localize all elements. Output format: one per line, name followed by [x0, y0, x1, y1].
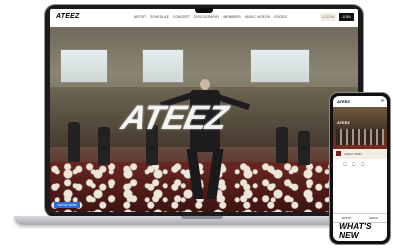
whats-new-heading: WHAT'S NEW — [339, 221, 372, 240]
phone-item-strip[interactable]: ATEEZ ITEMS — [333, 149, 387, 159]
phone-banner[interactable]: ATEEZ — [333, 107, 387, 149]
phone-banner-text: ATEEZ — [337, 120, 350, 125]
item-thumbnail — [336, 151, 341, 156]
nav-link-artist[interactable]: ARTIST — [134, 15, 146, 19]
nav-link-music-videos[interactable]: MUSIC VIDEOS — [245, 15, 270, 19]
site-logo[interactable]: ATEEZ — [56, 13, 79, 20]
watch-now-tag[interactable]: WATCH NOW — [54, 202, 80, 208]
hero-video[interactable]: ATEEZ WATCH NOW — [50, 27, 358, 212]
nav-link-discography[interactable]: DISCOGRAPHY — [194, 15, 219, 19]
background-dancer — [98, 127, 110, 165]
hero-logo: ATEEZ — [118, 99, 231, 137]
nav-link-goods[interactable]: GOODS — [274, 15, 287, 19]
menu-icon[interactable]: ≡ — [381, 99, 384, 104]
background-window — [142, 49, 184, 83]
hero-floor — [50, 162, 358, 212]
group-photo — [336, 129, 384, 145]
nav-link-schedule[interactable]: SCHEDULE — [150, 15, 169, 19]
join-button[interactable]: JOIN — [339, 13, 354, 21]
laptop-base-notch — [181, 216, 223, 219]
social-icons[interactable]: ◯ ◯ ◯ — [343, 162, 367, 166]
background-dancer — [276, 127, 288, 163]
background-window — [60, 49, 108, 83]
laptop-screen: ATEEZ ARTIST SCHEDULE CONCERT DISCOGRAPH… — [50, 9, 358, 212]
camera-notch — [195, 8, 213, 13]
laptop-frame: ATEEZ ARTIST SCHEDULE CONCERT DISCOGRAPH… — [45, 5, 363, 217]
background-dancer — [68, 122, 80, 162]
phone-screen: ATEEZ ≡ ATEEZ ATEEZ ITEMS ◯ ◯ ◯ ARTIST N… — [333, 96, 387, 241]
phone-frame: ATEEZ ≡ ATEEZ ATEEZ ITEMS ◯ ◯ ◯ ARTIST N… — [330, 93, 390, 244]
main-nav: ARTIST SCHEDULE CONCERT DISCOGRAPHY MEMB… — [134, 15, 287, 19]
lead-dancer-head — [200, 79, 210, 90]
background-dancer — [298, 131, 310, 165]
background-window — [250, 49, 310, 83]
nav-link-concert[interactable]: CONCERT — [173, 15, 190, 19]
item-strip-text: ATEEZ ITEMS — [344, 152, 363, 156]
nav-link-members[interactable]: MEMBERS — [223, 15, 240, 19]
login-button[interactable]: LOG IN — [320, 13, 336, 21]
phone-logo[interactable]: ATEEZ — [337, 99, 350, 104]
